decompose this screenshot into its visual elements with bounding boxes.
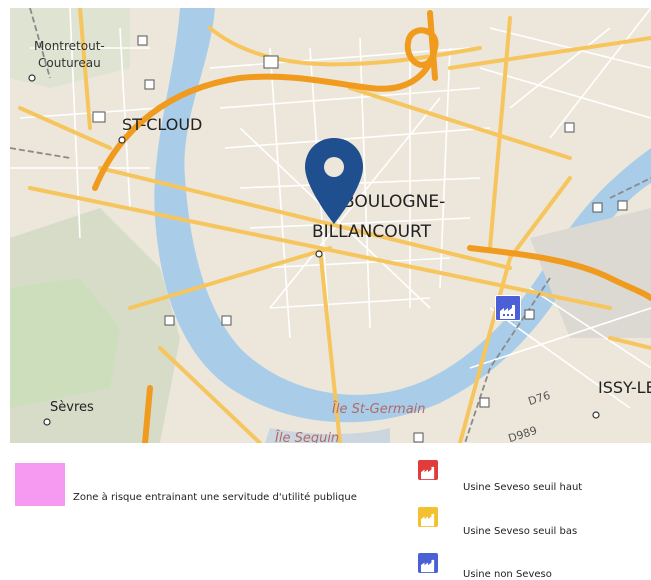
factory-icon (500, 305, 515, 319)
non-seveso-label: Usine non Seveso (463, 569, 552, 580)
place-label-montretout: Montretout- Coutureau (34, 39, 105, 70)
zone-swatch (15, 463, 65, 506)
factory-marker[interactable] (495, 295, 521, 321)
place-label-st-cloud: ST-CLOUD (122, 115, 203, 134)
place-label-issy: ISSY-LE (598, 378, 651, 397)
place-label-ile-st-germain: Île St-Germain (332, 402, 426, 417)
zone-legend-label: Zone à risque entrainant une servitude d… (73, 492, 357, 503)
place-label-ile-seguin: Île Seguin (275, 431, 340, 443)
map-legend: Zone à risque entrainant une servitude d… (0, 443, 651, 580)
seveso-low-swatch (418, 507, 438, 527)
non-seveso-swatch (418, 553, 438, 573)
seveso-high-label: Usine Seveso seuil haut (463, 482, 583, 493)
seveso-low-label: Usine Seveso seuil bas (463, 526, 578, 537)
place-label-sevres: Sèvres (50, 400, 94, 415)
factory-icon (421, 513, 435, 527)
map-pin-icon[interactable] (303, 136, 365, 226)
factory-icon (421, 466, 435, 480)
map-view[interactable]: Montretout- Coutureau ST-CLOUD BOULOGNE- … (10, 8, 651, 443)
seveso-high-swatch (418, 460, 438, 480)
factory-icon (421, 559, 435, 573)
